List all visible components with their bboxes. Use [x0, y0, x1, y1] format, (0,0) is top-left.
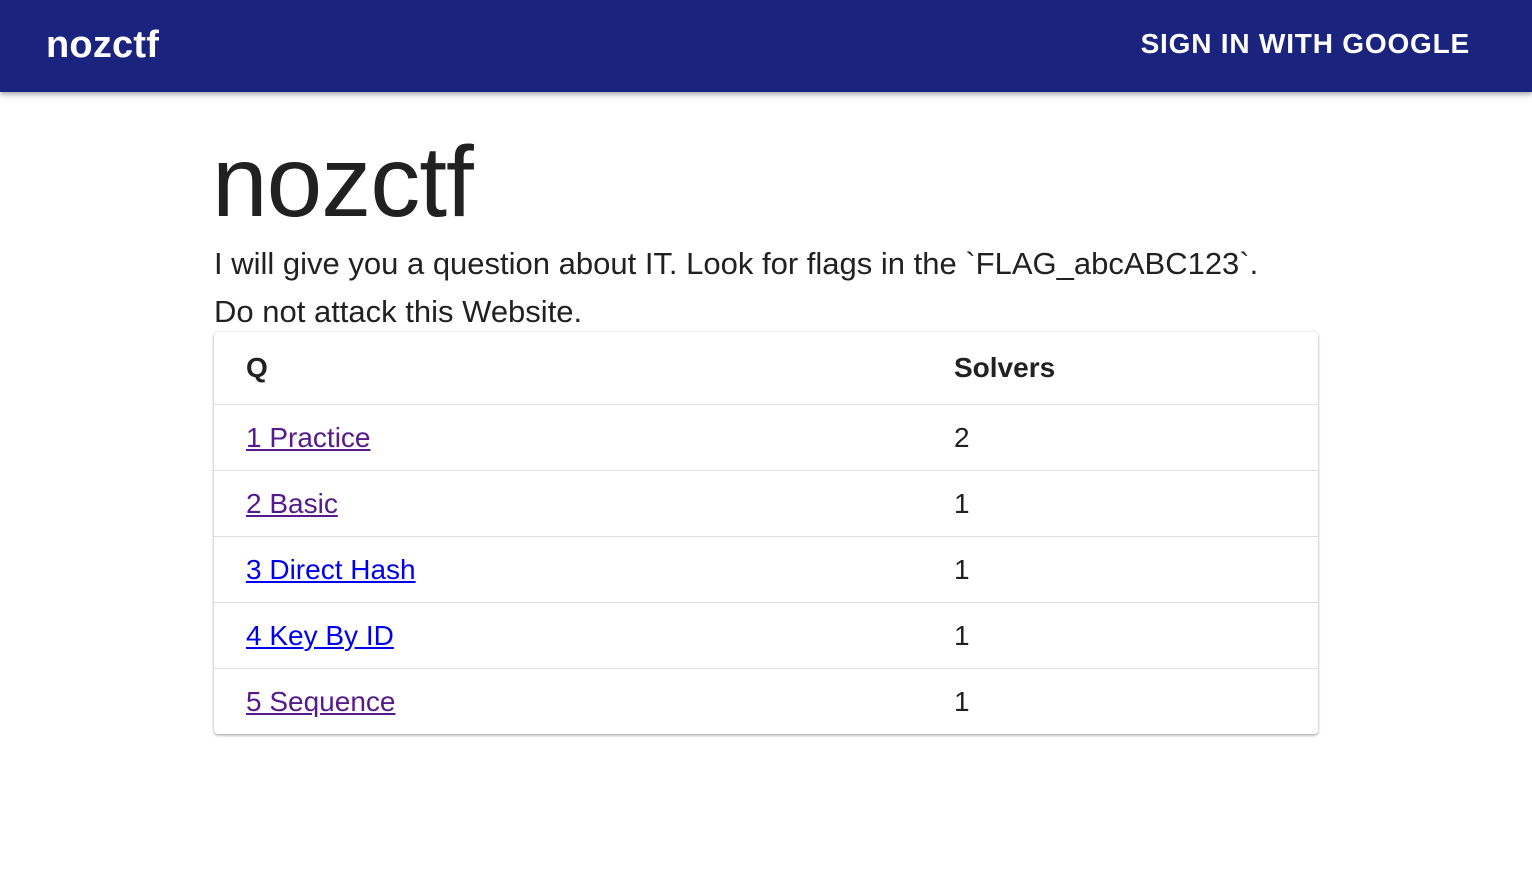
table-row: 1 Practice 2 — [214, 404, 1318, 471]
intro-line-1: I will give you a question about IT. Loo… — [214, 246, 1259, 281]
table-row: 3 Direct Hash 1 — [214, 536, 1318, 603]
question-cell: 5 Sequence — [214, 669, 922, 735]
table-header-row: Q Solvers — [214, 332, 1318, 405]
questions-table: Q Solvers 1 Practice 2 2 Basic 1 3 Direc… — [214, 332, 1318, 734]
question-link-5[interactable]: 5 Sequence — [246, 686, 395, 717]
table-row: 4 Key By ID 1 — [214, 602, 1318, 669]
solvers-cell: 1 — [922, 536, 1318, 603]
app-bar: nozctf SIGN IN WITH GOOGLE — [0, 0, 1532, 92]
table-row: 5 Sequence 1 — [214, 669, 1318, 735]
question-cell: 4 Key By ID — [214, 602, 922, 669]
question-cell: 2 Basic — [214, 470, 922, 537]
solvers-cell: 1 — [922, 470, 1318, 537]
solvers-cell: 1 — [922, 602, 1318, 669]
intro-text: I will give you a question about IT. Loo… — [214, 240, 1258, 336]
question-link-3[interactable]: 3 Direct Hash — [246, 554, 416, 585]
page-title: nozctf — [212, 126, 474, 238]
intro-line-2: Do not attack this Website. — [214, 294, 583, 329]
question-link-2[interactable]: 2 Basic — [246, 488, 338, 519]
brand-logo-link[interactable]: nozctf — [46, 22, 159, 68]
question-link-1[interactable]: 1 Practice — [246, 422, 371, 453]
solvers-cell: 1 — [954, 685, 970, 717]
sign-in-with-google-button[interactable]: SIGN IN WITH GOOGLE — [1141, 26, 1470, 62]
column-header-q: Q — [214, 332, 922, 405]
question-link-4[interactable]: 4 Key By ID — [246, 620, 394, 651]
questions-table-card: Q Solvers 1 Practice 2 2 Basic 1 3 Direc… — [214, 332, 1318, 734]
question-cell: 1 Practice — [214, 404, 922, 471]
column-header-solvers: Solvers — [922, 332, 1318, 405]
table-row: 2 Basic 1 — [214, 470, 1318, 537]
solvers-cell: 2 — [922, 404, 1318, 471]
question-cell: 3 Direct Hash — [214, 536, 922, 603]
